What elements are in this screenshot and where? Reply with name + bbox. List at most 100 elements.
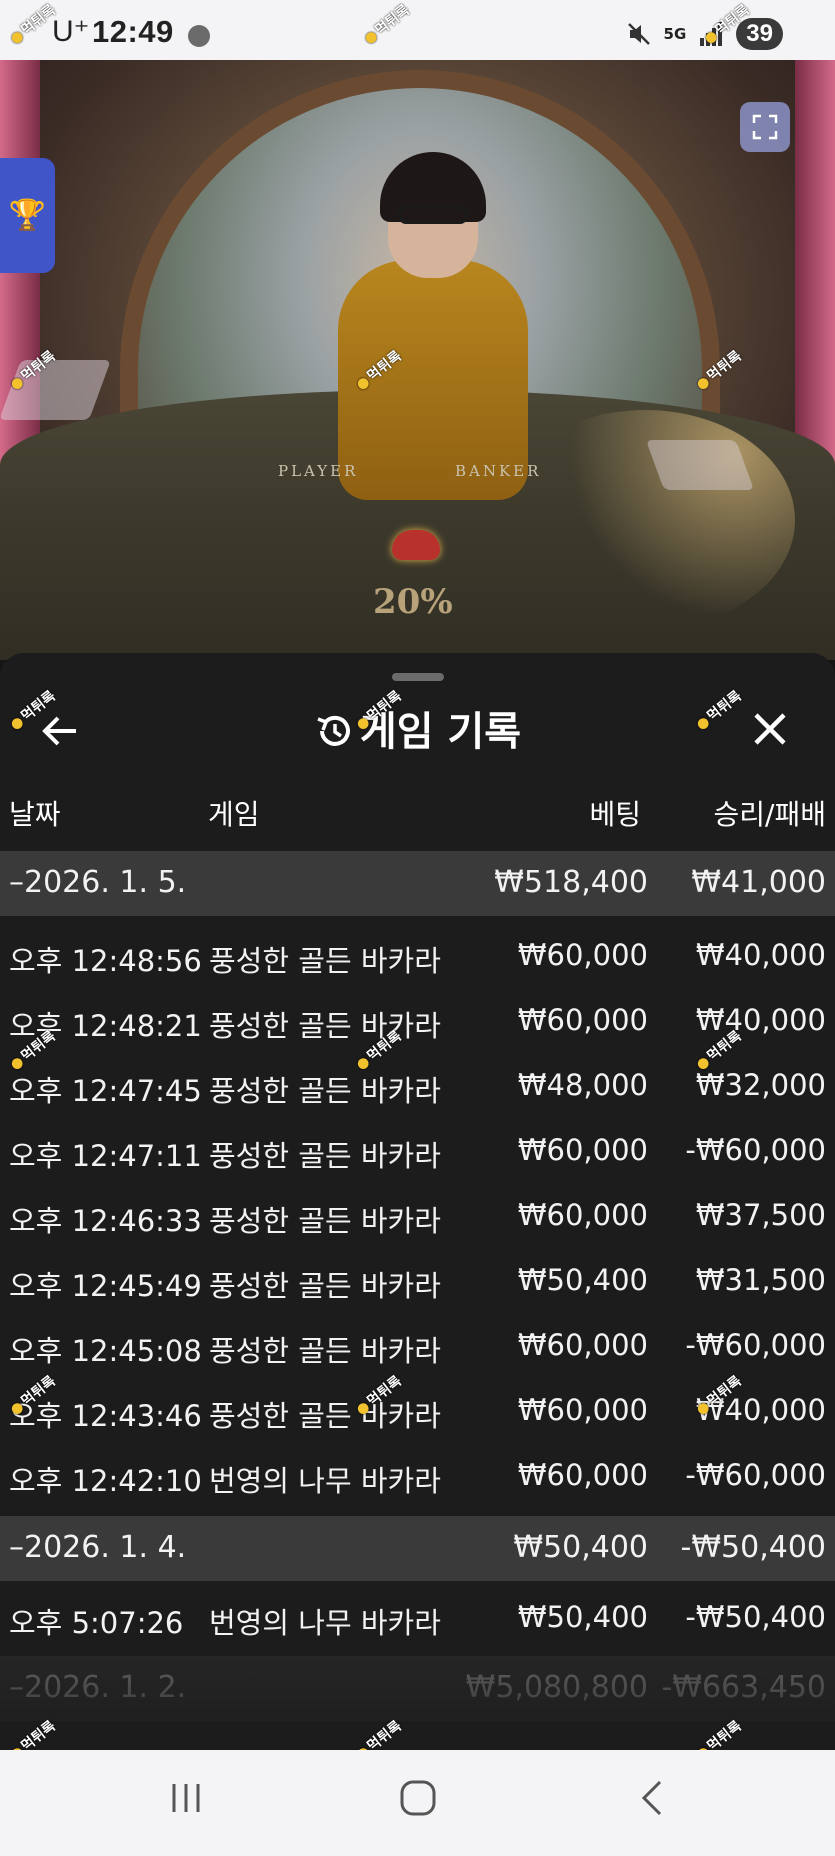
recents-button[interactable]	[166, 1776, 206, 1832]
recents-icon	[172, 1784, 200, 1812]
row-bet: ₩60,000	[517, 1003, 648, 1037]
row-bet: ₩60,000	[517, 1133, 648, 1167]
status-icons: 5G 39	[626, 18, 783, 50]
row-time: 오후 12:43:46	[9, 1399, 202, 1433]
row-result: ₩40,000	[695, 938, 826, 972]
history-row[interactable]: 오후 12:43:46 풍성한 골든 바카라 ₩60,000 ₩40,000	[0, 1379, 835, 1444]
row-game: 풍성한 골든 바카라	[209, 1074, 441, 1108]
signal-icon	[700, 22, 723, 46]
group-date: –2026. 1. 4.	[9, 1530, 187, 1565]
column-header-result: 승리/패배	[713, 798, 826, 831]
row-bet: ₩50,400	[517, 1600, 648, 1634]
system-back-button[interactable]	[632, 1776, 672, 1832]
row-result: ₩40,000	[695, 1003, 826, 1037]
row-game: 풍성한 골든 바카라	[209, 1204, 441, 1238]
mute-icon	[627, 23, 650, 45]
row-game: 번영의 나무 바카라	[209, 1606, 441, 1640]
column-header-game: 게임	[208, 798, 260, 831]
column-header-bet: 베팅	[589, 798, 641, 831]
column-header-date: 날짜	[9, 798, 61, 831]
group-result-total: ₩41,000	[691, 865, 826, 900]
row-time: 오후 12:48:56	[9, 944, 202, 978]
page-title-group: 게임 기록	[0, 699, 835, 757]
history-row[interactable]: 오후 12:45:08 풍성한 골든 바카라 ₩60,000 -₩60,000	[0, 1314, 835, 1379]
row-bet: ₩50,400	[517, 1263, 648, 1297]
group-date: –2026. 1. 2.	[9, 1670, 187, 1705]
carrier-label: U⁺	[52, 15, 90, 48]
game-history-sheet: 게임 기록 날짜 게임 베팅 승리/패배 –2026. 1. 5. ₩518,4…	[0, 653, 835, 1750]
row-game: 풍성한 골든 바카라	[209, 1399, 441, 1433]
glitter-effect	[495, 410, 795, 630]
row-bet: ₩60,000	[517, 938, 648, 972]
row-game: 번영의 나무 바카라	[209, 1464, 441, 1498]
row-game: 풍성한 골든 바카라	[209, 1009, 441, 1043]
banker-label: BANKER	[455, 462, 542, 480]
history-row[interactable]: 오후 12:47:45 풍성한 골든 바카라 ₩48,000 ₩32,000	[0, 1054, 835, 1119]
date-group-row[interactable]: –2026. 1. 4. ₩50,400 -₩50,400	[0, 1516, 835, 1581]
row-time: 오후 12:47:45	[9, 1074, 202, 1108]
close-button[interactable]	[745, 701, 795, 751]
clock: 12:49	[92, 14, 174, 49]
card-discard-tray	[645, 440, 755, 490]
group-result-total: -₩663,450	[661, 1670, 826, 1705]
row-result: ₩32,000	[695, 1068, 826, 1102]
fullscreen-icon	[752, 114, 778, 140]
close-icon	[754, 713, 786, 745]
row-time: 오후 12:45:08	[9, 1334, 202, 1368]
home-button[interactable]	[398, 1776, 438, 1832]
group-result-total: -₩50,400	[680, 1530, 826, 1565]
row-game: 풍성한 골든 바카라	[209, 1139, 441, 1173]
row-result: ₩37,500	[695, 1198, 826, 1232]
row-time: 오후 12:47:11	[9, 1139, 202, 1173]
group-bet-total: ₩518,400	[494, 865, 648, 900]
row-result: ₩31,500	[695, 1263, 826, 1297]
row-result: -₩60,000	[685, 1328, 826, 1362]
recording-indicator-icon	[188, 25, 210, 47]
home-icon	[400, 1780, 436, 1816]
row-time: 오후 12:48:21	[9, 1009, 202, 1043]
date-group-row[interactable]: –2026. 1. 5. ₩518,400 ₩41,000	[0, 851, 835, 916]
trophy-button[interactable]: 🏆	[0, 158, 55, 273]
row-game: 풍성한 골든 바카라	[209, 1334, 441, 1368]
drag-handle[interactable]	[392, 673, 444, 681]
decor-pillar	[795, 60, 835, 480]
card-shoe	[0, 360, 111, 420]
history-row[interactable]: 오후 12:47:11 풍성한 골든 바카라 ₩60,000 -₩60,000	[0, 1119, 835, 1184]
row-bet: ₩48,000	[517, 1068, 648, 1102]
row-bet: ₩60,000	[517, 1198, 648, 1232]
group-date: –2026. 1. 5.	[9, 865, 187, 900]
row-time: 오후 5:07:26	[9, 1606, 184, 1640]
history-row[interactable]: 오후 12:48:21 풍성한 골든 바카라 ₩60,000 ₩40,000	[0, 989, 835, 1054]
row-result: -₩50,400	[685, 1600, 826, 1634]
row-time: 오후 12:45:49	[9, 1269, 202, 1303]
sheet-header: 게임 기록	[0, 695, 835, 763]
row-result: -₩60,000	[685, 1133, 826, 1167]
history-icon	[317, 715, 350, 746]
back-icon	[641, 1780, 662, 1816]
trophy-icon: 🏆	[8, 198, 47, 233]
column-headers: 날짜 게임 베팅 승리/패배	[0, 793, 835, 831]
row-time: 오후 12:42:10	[9, 1464, 202, 1498]
row-bet: ₩60,000	[517, 1328, 648, 1362]
history-row[interactable]: 오후 5:07:26 번영의 나무 바카라 ₩50,400 -₩50,400	[0, 1586, 835, 1651]
system-nav-bar	[0, 1750, 835, 1856]
history-row[interactable]: 오후 12:48:56 풍성한 골든 바카라 ₩60,000 ₩40,000	[0, 924, 835, 989]
group-bet-total: ₩5,080,800	[465, 1670, 648, 1705]
player-label: PLAYER	[278, 462, 359, 480]
fullscreen-button[interactable]	[740, 102, 790, 152]
history-list: –2026. 1. 5. ₩518,400 ₩41,000 오후 12:48:5…	[0, 851, 835, 1721]
network-type-label: 5G	[663, 25, 687, 43]
row-game: 풍성한 골든 바카라	[209, 1269, 441, 1303]
dealer-glasses	[398, 206, 468, 224]
row-game: 풍성한 골든 바카라	[209, 944, 441, 978]
row-result: ₩40,000	[695, 1393, 826, 1427]
row-bet: ₩60,000	[517, 1458, 648, 1492]
history-row[interactable]: 오후 12:45:49 풍성한 골든 바카라 ₩50,400 ₩31,500	[0, 1249, 835, 1314]
payout-percent: 20%	[373, 582, 453, 622]
history-row[interactable]: 오후 12:46:33 풍성한 골든 바카라 ₩60,000 ₩37,500	[0, 1184, 835, 1249]
history-row[interactable]: 오후 12:42:10 번영의 나무 바카라 ₩60,000 -₩60,000	[0, 1444, 835, 1509]
golden-bowl	[392, 530, 440, 560]
row-result: -₩60,000	[685, 1458, 826, 1492]
date-group-row[interactable]: –2026. 1. 2. ₩5,080,800 -₩663,450	[0, 1656, 835, 1721]
group-bet-total: ₩50,400	[513, 1530, 648, 1565]
